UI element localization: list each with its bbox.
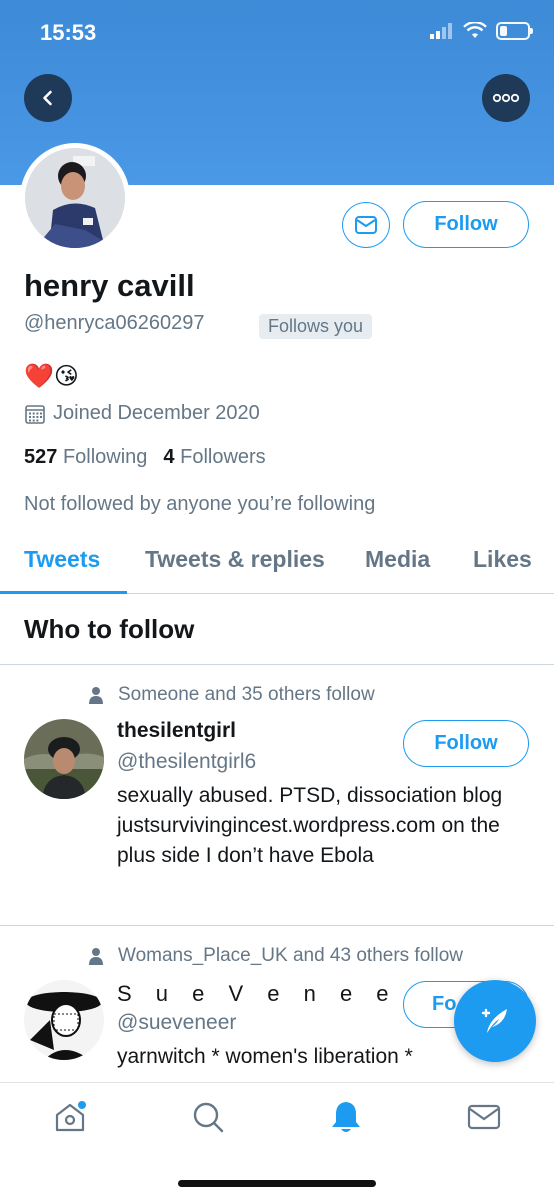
following-count: 527 [24, 446, 58, 468]
follows-you-badge: Follows you [259, 314, 373, 339]
nav-search[interactable] [188, 1097, 228, 1137]
suggestion-bio: sexually abused. PTSD, dissociation blog… [117, 784, 503, 867]
mail-icon [355, 216, 377, 234]
mail-icon [467, 1104, 501, 1130]
suggestion-avatar[interactable] [24, 980, 104, 1060]
social-context: Someone and 35 others follow [88, 684, 375, 706]
home-indicator [178, 1180, 376, 1187]
follow-stats: 527 Following 4 Followers [24, 446, 266, 469]
nav-messages[interactable] [464, 1097, 504, 1137]
profile-tabs: Tweets Tweets & replies Media Likes [0, 530, 554, 594]
signal-icon [430, 23, 452, 39]
more-options-button[interactable] [482, 74, 530, 122]
joined-date: Joined December 2020 [24, 402, 260, 425]
calendar-icon [25, 404, 45, 424]
back-button[interactable] [24, 74, 72, 122]
followers-count: 4 [163, 446, 175, 468]
status-time: 15:53 [40, 20, 97, 45]
followers-stat[interactable]: 4 Followers [163, 446, 265, 469]
compose-tweet-icon [481, 1008, 507, 1033]
person-icon [89, 687, 103, 704]
more-horizontal-icon [492, 93, 520, 103]
profile-photo [25, 148, 125, 248]
search-icon [193, 1102, 224, 1133]
suggestion-follow-button[interactable]: Follow [403, 720, 529, 767]
notification-dot [78, 1101, 86, 1109]
followers-label: Followers [180, 446, 266, 468]
profile-name: henry cavill [24, 268, 195, 303]
tab-tweets-replies[interactable]: Tweets & replies [145, 546, 325, 573]
profile-handle: @henryca06260297 [24, 312, 205, 334]
divider [0, 925, 554, 926]
profile-bio: ❤️😘 [24, 363, 79, 390]
suggestion-avatar[interactable] [24, 719, 104, 799]
status-bar: 15:53 [0, 0, 554, 66]
suggestion-photo [24, 719, 104, 799]
divider [0, 664, 554, 665]
social-context: Womans_Place_UK and 43 others follow [88, 945, 463, 967]
message-button[interactable] [342, 202, 390, 248]
bell-icon [332, 1102, 360, 1132]
suggestion-name[interactable]: S u e V e n e e r [117, 981, 429, 1007]
social-context-text: Womans_Place_UK and 43 others follow [118, 945, 464, 966]
suggestion-photo [24, 980, 104, 1060]
suggestion-name[interactable]: thesilentgirl [117, 719, 236, 743]
tab-tweets[interactable]: Tweets [24, 546, 100, 573]
active-tab-indicator [0, 591, 127, 594]
nav-notifications[interactable] [326, 1097, 366, 1137]
social-context-text: Someone and 35 others follow [118, 684, 375, 705]
person-icon [89, 948, 103, 965]
joined-text: Joined December 2020 [53, 402, 260, 424]
profile-avatar[interactable] [20, 143, 130, 253]
suggestion-handle: @thesilentgirl6 [117, 750, 257, 773]
who-to-follow-title: Who to follow [24, 614, 195, 644]
status-icons [430, 22, 533, 40]
chevron-left-icon [43, 90, 52, 106]
tab-media[interactable]: Media [365, 546, 430, 573]
suggestion-handle: @sueveneer [117, 1011, 237, 1034]
following-label: Following [62, 446, 148, 468]
home-icon [55, 1101, 86, 1132]
wifi-icon [463, 22, 487, 38]
compose-tweet-button[interactable] [454, 980, 536, 1062]
tab-likes[interactable]: Likes [473, 546, 532, 573]
following-stat[interactable]: 527 Following [24, 446, 147, 469]
nav-home[interactable] [50, 1097, 90, 1137]
suggestion-bio: yarnwitch * women's liberation * [117, 1045, 413, 1068]
follow-button[interactable]: Follow [403, 201, 529, 248]
battery-icon [496, 22, 533, 40]
not-followed-note: Not followed by anyone you’re following [24, 493, 376, 515]
